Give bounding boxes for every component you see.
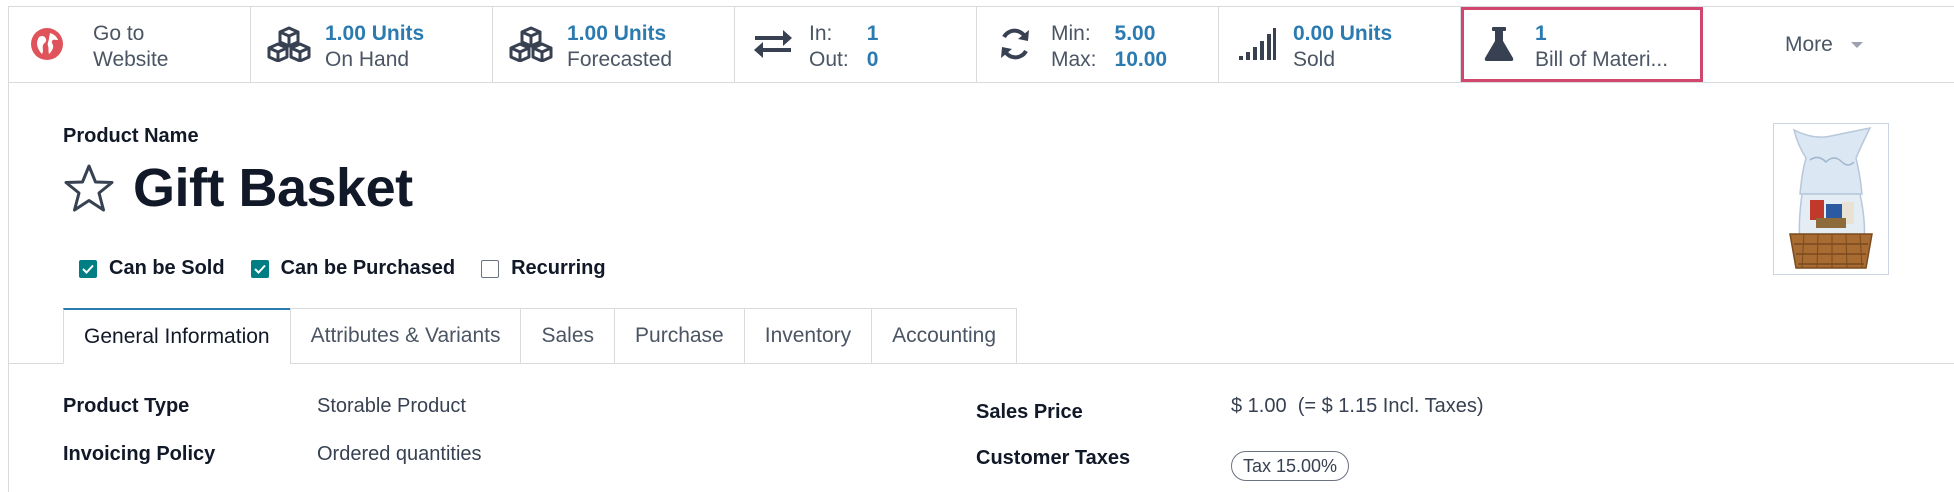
- checkmark-icon: [250, 259, 269, 278]
- recurring-label: Recurring: [511, 257, 606, 279]
- tab-inventory[interactable]: Inventory: [743, 308, 872, 364]
- in-label: In:: [809, 22, 833, 45]
- cubes-icon: [509, 24, 553, 64]
- notebook-tabs: General Information Attributes & Variant…: [63, 308, 1018, 364]
- can-be-purchased-checkbox[interactable]: Can be Purchased: [250, 257, 456, 280]
- can-be-purchased-label: Can be Purchased: [280, 257, 456, 279]
- sold-label: Sold: [1293, 48, 1336, 71]
- forecasted-value: 1.00 Units: [567, 22, 667, 45]
- can-be-sold-label: Can be Sold: [109, 257, 225, 279]
- tab-accounting[interactable]: Accounting: [871, 308, 1018, 364]
- on-hand-button[interactable]: 1.00 Units On Hand: [251, 7, 493, 82]
- globe-icon: [25, 24, 69, 64]
- sales-price-field[interactable]: $ 1.00 (= $ 1.15 Incl. Taxes): [1231, 395, 1484, 418]
- sold-value: 0.00 Units: [1293, 22, 1393, 45]
- go-to-website-button[interactable]: Go to Website: [9, 7, 251, 82]
- more-label: More: [1785, 32, 1833, 56]
- max-value: 10.00: [1114, 48, 1168, 71]
- more-dropdown[interactable]: More: [1709, 7, 1954, 82]
- min-max-button[interactable]: Min: 5.00 Max: 10.00: [977, 7, 1219, 82]
- caret-down-icon: [1850, 41, 1863, 48]
- product-form: Go to Website 1.00 Units On Hand 1.00 Un…: [8, 6, 1954, 492]
- cubes-icon: [267, 24, 311, 64]
- refresh-icon: [993, 24, 1037, 64]
- smart-button-bar: Go to Website 1.00 Units On Hand 1.00 Un…: [9, 7, 1954, 83]
- out-label: Out:: [809, 48, 849, 71]
- checkmark-icon: [79, 259, 97, 278]
- recurring-checkbox[interactable]: Recurring: [481, 257, 606, 280]
- product-name-label: Product Name: [63, 125, 199, 147]
- bom-count: 1: [1535, 22, 1547, 45]
- can-be-sold-checkbox[interactable]: Can be Sold: [79, 257, 225, 280]
- tab-purchase[interactable]: Purchase: [614, 308, 744, 364]
- flask-icon: [1477, 24, 1521, 64]
- tab-attributes-variants[interactable]: Attributes & Variants: [289, 308, 521, 364]
- product-type-field[interactable]: Storable Product: [317, 395, 466, 418]
- out-value: 0: [866, 48, 879, 71]
- min-value: 5.00: [1114, 22, 1156, 45]
- forecasted-label: Forecasted: [567, 48, 673, 71]
- website-line1: Go to: [93, 22, 145, 45]
- product-type-label: Product Type: [63, 395, 190, 417]
- tab-general-information[interactable]: General Information: [63, 308, 290, 364]
- product-image[interactable]: [1773, 123, 1889, 275]
- min-label: Min:: [1051, 22, 1091, 45]
- product-name[interactable]: Gift Basket: [133, 157, 413, 219]
- in-value: 1: [866, 22, 879, 45]
- website-line2: Website: [93, 48, 169, 71]
- on-hand-value: 1.00 Units: [325, 22, 425, 45]
- signal-bars-icon: [1235, 24, 1279, 64]
- customer-taxes-label: Customer Taxes: [976, 447, 1131, 469]
- star-icon[interactable]: [63, 163, 115, 215]
- tax-tag-badge[interactable]: Tax 15.00%: [1231, 451, 1350, 481]
- in-out-button[interactable]: In: 1 Out: 0: [735, 7, 977, 82]
- product-flags: Can be Sold Can be Purchased Recurring: [79, 257, 632, 280]
- tab-sales[interactable]: Sales: [520, 308, 615, 364]
- invoicing-policy-field[interactable]: Ordered quantities: [317, 443, 482, 466]
- bom-label: Bill of Materi...: [1535, 48, 1669, 71]
- exchange-arrows-icon: [751, 24, 795, 64]
- bill-of-materials-button[interactable]: 1 Bill of Materi...: [1461, 7, 1703, 82]
- sales-price-label: Sales Price: [976, 401, 1083, 423]
- on-hand-label: On Hand: [325, 48, 410, 71]
- max-label: Max:: [1051, 48, 1097, 71]
- invoicing-policy-label: Invoicing Policy: [63, 443, 216, 465]
- forecasted-button[interactable]: 1.00 Units Forecasted: [493, 7, 735, 82]
- sold-button[interactable]: 0.00 Units Sold: [1219, 7, 1461, 82]
